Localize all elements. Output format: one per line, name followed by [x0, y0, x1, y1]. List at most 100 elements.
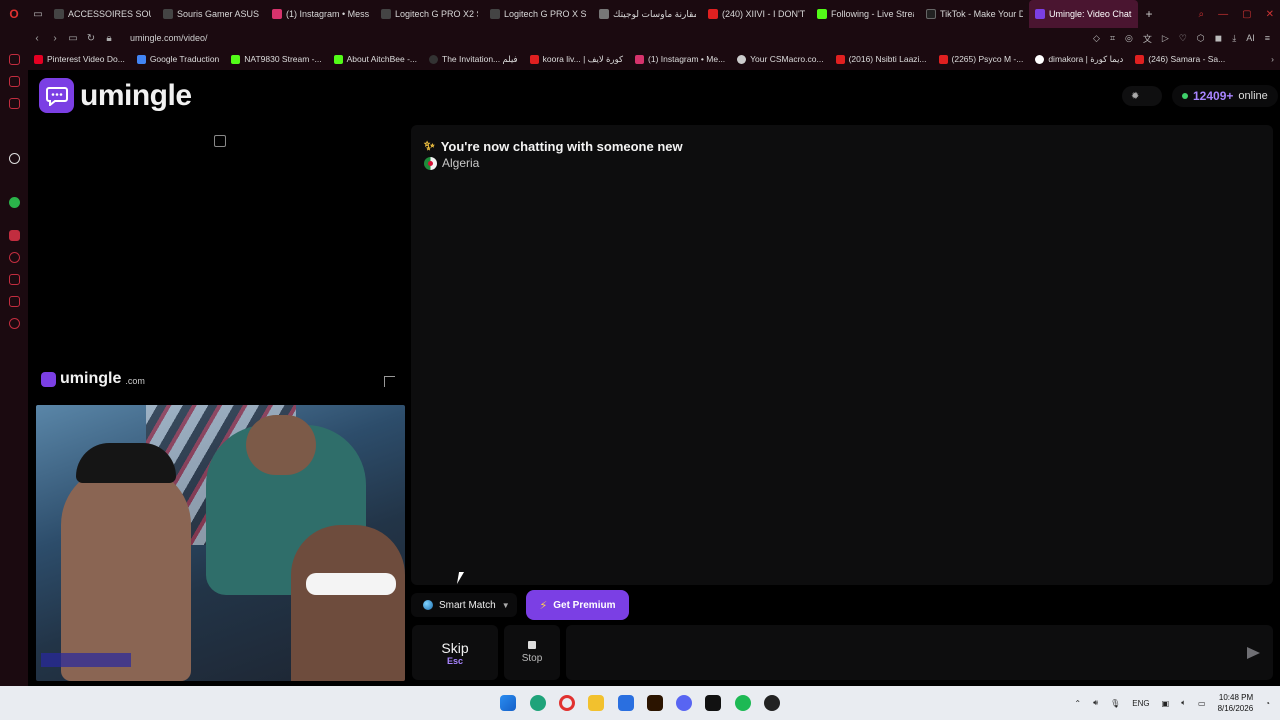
messenger-icon[interactable] — [9, 76, 20, 87]
clock[interactable]: 10:48 PM 8/16/2026 — [1218, 692, 1254, 714]
message-input[interactable] — [566, 625, 1273, 680]
get-premium-button[interactable]: ⚡︎ Get Premium — [526, 590, 629, 620]
ad-block-icon[interactable]: ◇ — [1093, 33, 1100, 44]
reload-button[interactable]: ↻ — [82, 33, 100, 44]
bookmark[interactable]: Your CSMacro.co... — [731, 54, 829, 64]
maximize-button[interactable]: ▢ — [1242, 9, 1251, 20]
url-field[interactable]: umingle.com/video/ — [130, 33, 208, 43]
downloads-icon[interactable] — [9, 274, 20, 285]
play-icon[interactable]: ▷ — [1162, 33, 1169, 44]
spotify-icon[interactable] — [735, 695, 751, 711]
opera-sidebar — [0, 28, 28, 686]
bookmark[interactable]: (1) Instagram • Me... — [629, 54, 731, 64]
bookmark[interactable]: (246) Samara - Sa... — [1129, 54, 1231, 64]
bookmark[interactable]: About AitchBee -... — [328, 54, 423, 64]
history-icon[interactable] — [9, 252, 20, 263]
capcut-icon[interactable] — [705, 695, 721, 711]
obs-icon[interactable] — [764, 695, 780, 711]
online-dot-icon — [1182, 93, 1188, 99]
bookmark[interactable]: koora liv... | كورة لايف — [524, 54, 629, 65]
browser-tab[interactable]: Logitech G PRO X SUP — [484, 0, 593, 28]
online-counter: 12409+ online — [1172, 85, 1278, 107]
extensions-icon[interactable]: ⬡ — [1197, 33, 1205, 44]
skip-button[interactable]: Skip Esc — [412, 625, 498, 680]
youtube-icon — [708, 9, 718, 19]
minimize-button[interactable]: — — [1218, 9, 1228, 20]
browser-tab[interactable]: مقارنة ماوسات لوجيتك — [593, 0, 702, 28]
network-icon[interactable]: ▣ — [1162, 699, 1170, 708]
browser-tab[interactable]: TikTok - Make Your D — [920, 0, 1029, 28]
settings-icon[interactable] — [9, 318, 20, 329]
bookmark[interactable]: The Invitation... فيلم — [423, 54, 524, 65]
forward-button[interactable]: › — [46, 33, 64, 44]
notifications-icon[interactable]: ◔ — [1265, 699, 1270, 708]
tab-favicon-icon — [599, 9, 609, 19]
browser-tab[interactable]: Following - Live Strea — [811, 0, 920, 28]
ai-icon[interactable]: AI — [1246, 33, 1255, 43]
browser-tab[interactable]: (240) XIIVI - I DON'T — [702, 0, 811, 28]
opera-logo-icon[interactable]: O — [0, 0, 28, 28]
aria-icon[interactable] — [9, 54, 20, 65]
stranger-video — [36, 125, 405, 400]
discord-icon[interactable] — [676, 695, 692, 711]
microphone-icon[interactable]: 🎙︎ — [1110, 699, 1120, 708]
chevron-up-icon[interactable]: ⌃ — [1074, 699, 1081, 708]
file-explorer-icon[interactable] — [588, 695, 604, 711]
football-icon — [1035, 54, 1045, 64]
sun-icon: ✹ — [1131, 90, 1140, 102]
bookmarks-more-icon[interactable]: › — [1271, 54, 1274, 64]
vpn-icon[interactable]: ◎ — [1125, 33, 1133, 44]
tab-menu-icon[interactable]: ▭ — [28, 0, 48, 28]
bookmark[interactable]: (2016) Nsibti Laazi... — [830, 54, 933, 64]
sidebar-more-icon[interactable] — [9, 648, 20, 659]
speaker-icon[interactable]: 🔊︎ — [1093, 698, 1098, 708]
defender-icon[interactable] — [618, 695, 634, 711]
battery-icon[interactable]: ▭ — [1198, 699, 1206, 708]
stop-icon — [528, 641, 536, 649]
language-indicator[interactable]: ENG — [1132, 699, 1149, 708]
close-window-button[interactable]: ✕ — [1266, 9, 1274, 20]
person-shape — [61, 465, 191, 681]
person-shape — [76, 443, 176, 483]
windows-start-icon[interactable] — [500, 695, 516, 711]
smart-match-dropdown[interactable]: Smart Match ▼ — [411, 593, 517, 617]
report-flag-icon[interactable] — [384, 376, 395, 387]
search-tabs-icon[interactable]: ⌕ — [1199, 9, 1205, 20]
stop-button[interactable]: Stop — [504, 625, 560, 680]
gmail-icon[interactable] — [9, 98, 20, 109]
download-icon[interactable]: ⤓ — [1232, 33, 1236, 44]
chatgpt-icon[interactable] — [9, 153, 20, 164]
whatsapp-icon[interactable] — [9, 197, 20, 208]
browser-tab[interactable]: Logitech G PRO X2 SU — [375, 0, 484, 28]
browser-tab[interactable]: (1) Instagram • Messa — [266, 0, 375, 28]
extensions-sidebar-icon[interactable] — [9, 296, 20, 307]
edge-icon[interactable] — [530, 695, 546, 711]
browser-tab[interactable]: Souris Gamer ASUS R — [157, 0, 266, 28]
back-button[interactable]: ‹ — [28, 33, 46, 44]
instagram-icon — [635, 54, 645, 64]
bookmark[interactable]: dimakora | ديما كورة — [1029, 54, 1129, 65]
profile-icon[interactable]: ◼ — [1215, 33, 1222, 44]
send-icon[interactable] — [1247, 647, 1260, 659]
bookmark[interactable]: NAT9830 Stream -... — [225, 54, 327, 64]
opera-icon[interactable] — [559, 695, 575, 711]
music-player-icon[interactable] — [9, 230, 20, 241]
bookmark[interactable]: Pinterest Video Do... — [28, 54, 131, 64]
menu-icon[interactable]: ≡ — [1265, 33, 1270, 43]
umingle-logo[interactable]: umingle — [39, 78, 192, 113]
snapshot-icon[interactable]: ⌗ — [1110, 33, 1115, 44]
illustrator-icon[interactable] — [647, 695, 663, 711]
browser-tab[interactable]: ACCESSOIRES SOURI — [48, 0, 157, 28]
theme-toggle[interactable]: ✹ — [1122, 86, 1162, 106]
bookmark[interactable]: Google Traduction — [131, 54, 225, 64]
heart-icon[interactable]: ♡ — [1179, 33, 1187, 44]
percent-icon[interactable] — [9, 175, 20, 186]
browser-tab-active[interactable]: Umingle: Video Chat w — [1029, 0, 1138, 28]
tabs-overview-icon[interactable]: ▭ — [64, 33, 82, 44]
bookmark[interactable]: (2265) Psyco M -... — [933, 54, 1030, 64]
volume-icon[interactable]: 🔈︎ — [1181, 698, 1186, 708]
new-tab-button[interactable]: + — [1138, 7, 1160, 21]
picture-in-picture-icon[interactable] — [214, 135, 226, 147]
translate-icon[interactable]: 文 — [1143, 32, 1152, 45]
tiktok-icon — [926, 9, 936, 19]
